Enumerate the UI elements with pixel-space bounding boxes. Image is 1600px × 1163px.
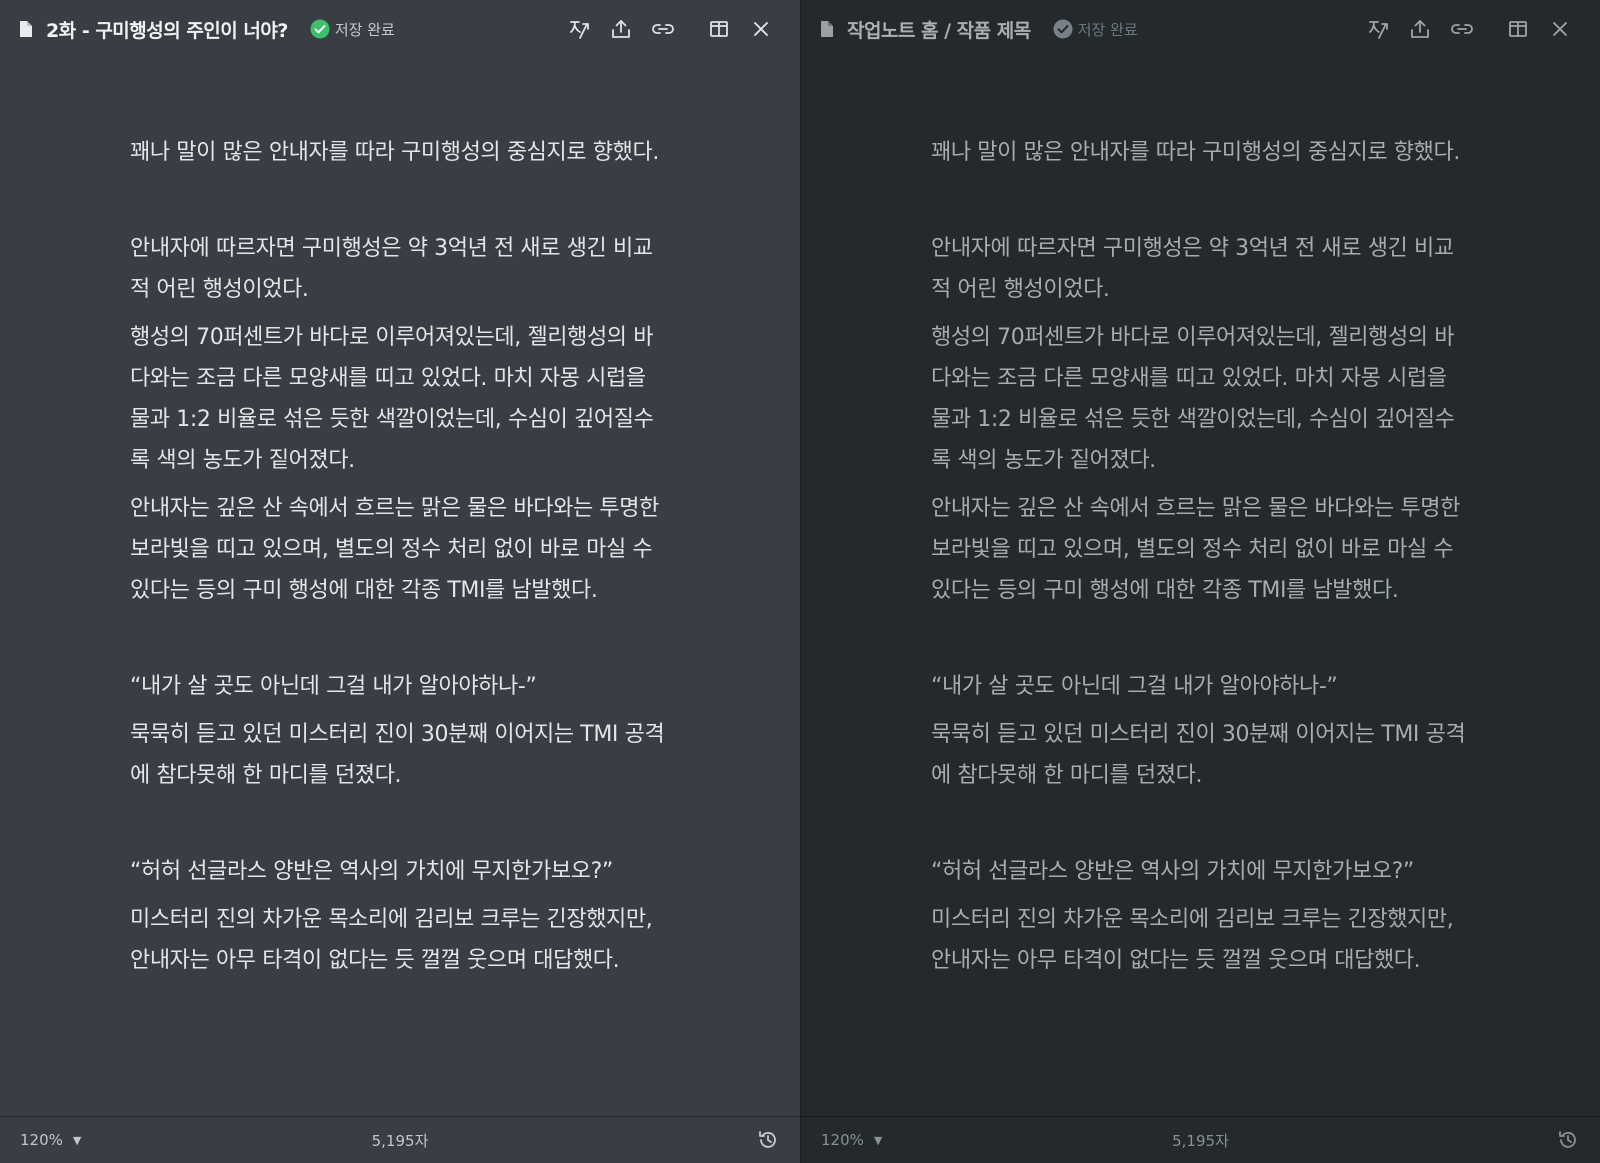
document-title[interactable]: 2화 - 구미행성의 주인이 너야? [46,16,288,43]
share-button[interactable] [1405,14,1435,44]
close-pane-button[interactable] [746,14,776,44]
link-button[interactable] [648,14,678,44]
save-status-text: 저장 완료 [1077,20,1138,39]
split-view-button[interactable] [704,14,734,44]
save-status-text: 저장 완료 [334,20,395,39]
paragraph: 행성의 70퍼센트가 바다로 이루어져있는데, 젤리행성의 바다와는 조금 다른… [130,325,654,473]
paragraph: 묵묵히 듣고 있던 미스터리 진이 30분째 이어지는 TMI 공격에 참다못해… [931,722,1466,788]
history-button[interactable] [1554,1126,1582,1154]
pane-toolbar [564,14,776,44]
status-bar: 120% ▼ 5,195자 [0,1116,800,1163]
save-status: 저장 완료 [310,19,395,40]
zoom-select[interactable]: 120% ▼ [821,1131,882,1149]
check-circle-icon [1053,19,1073,39]
paragraph: 안내자는 깊은 산 속에서 흐르는 맑은 물은 바다와는 투명한 보라빛을 띠고… [130,496,659,603]
paragraph: 안내자에 따르자면 구미행성은 약 3억년 전 새로 생긴 비교적 어린 행성이… [931,236,1454,302]
document-title[interactable]: 작업노트 홈 / 작품 제목 [847,16,1031,43]
spellcheck-button[interactable] [1363,14,1393,44]
document-body[interactable]: 꽤나 말이 많은 안내자를 따라 구미행성의 중심지로 향했다. 안내자에 따르… [931,132,1471,988]
pane-toolbar [1363,14,1575,44]
paragraph: 행성의 70퍼센트가 바다로 이루어져있는데, 젤리행성의 바다와는 조금 다른… [931,325,1455,473]
status-bar: 120% ▼ 5,195자 [801,1116,1600,1163]
paragraph: “허허 선글라스 양반은 역사의 가치에 무지한가보오?” [931,859,1414,884]
spellcheck-button[interactable] [564,14,594,44]
paragraph: 안내자는 깊은 산 속에서 흐르는 맑은 물은 바다와는 투명한 보라빛을 띠고… [931,496,1460,603]
paragraph: 꽤나 말이 많은 안내자를 따라 구미행성의 중심지로 향했다. [130,140,659,165]
save-status: 저장 완료 [1053,19,1138,40]
paragraph: “내가 살 곳도 아닌데 그걸 내가 알아야하나-” [931,674,1338,699]
history-button[interactable] [754,1126,782,1154]
paragraph: 미스터리 진의 차가운 목소리에 김리보 크루는 긴장했지만, 안내자는 아무 … [130,907,653,973]
editor-pane-left: 2화 - 구미행성의 주인이 너야? 저장 완료 꽤나 말이 많은 안내자를 따… [0,0,800,1163]
share-button[interactable] [606,14,636,44]
editor-pane-right: 작업노트 홈 / 작품 제목 저장 완료 꽤나 말이 많은 안내자를 따라 구미… [800,0,1600,1163]
zoom-value: 120% [20,1131,63,1149]
close-pane-button[interactable] [1545,14,1575,44]
caret-down-icon: ▼ [873,1133,883,1147]
document-icon [819,20,833,38]
paragraph: 안내자에 따르자면 구미행성은 약 3억년 전 새로 생긴 비교적 어린 행성이… [130,236,653,302]
zoom-value: 120% [821,1131,864,1149]
caret-down-icon: ▼ [72,1133,82,1147]
document-body[interactable]: 꽤나 말이 많은 안내자를 따라 구미행성의 중심지로 향했다. 안내자에 따르… [130,132,670,988]
word-count: 5,195자 [371,1131,429,1150]
check-circle-icon [310,19,330,39]
paragraph: “내가 살 곳도 아닌데 그걸 내가 알아야하나-” [130,674,537,699]
paragraph: 꽤나 말이 많은 안내자를 따라 구미행성의 중심지로 향했다. [931,140,1460,165]
document-icon [18,20,32,38]
link-button[interactable] [1447,14,1477,44]
paragraph: “허허 선글라스 양반은 역사의 가치에 무지한가보오?” [130,859,613,884]
split-view-button[interactable] [1503,14,1533,44]
zoom-select[interactable]: 120% ▼ [20,1131,81,1149]
split-editor: 2화 - 구미행성의 주인이 너야? 저장 완료 꽤나 말이 많은 안내자를 따… [0,0,1600,1163]
paragraph: 미스터리 진의 차가운 목소리에 김리보 크루는 긴장했지만, 안내자는 아무 … [931,907,1454,973]
word-count: 5,195자 [1172,1131,1229,1150]
paragraph: 묵묵히 듣고 있던 미스터리 진이 30분째 이어지는 TMI 공격에 참다못해… [130,722,665,788]
